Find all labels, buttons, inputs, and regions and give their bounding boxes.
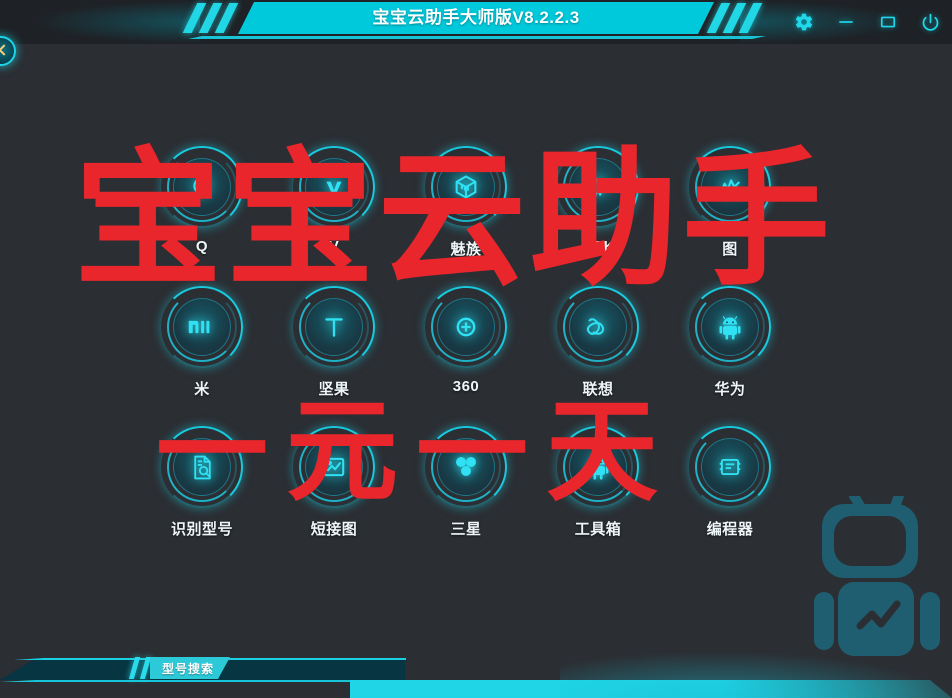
target-plus-icon <box>452 313 480 341</box>
icon-disc <box>557 146 639 228</box>
android-icon <box>586 454 610 480</box>
icon-ring-inner <box>305 298 363 356</box>
programmer-chip-icon <box>717 454 743 480</box>
icon-disc <box>557 286 639 368</box>
mi-icon <box>187 316 217 338</box>
icon-ring-inner <box>305 438 363 496</box>
icon-ring-inner <box>173 298 231 356</box>
icon-disc <box>161 286 243 368</box>
app-icon-meizu-cube[interactable]: 魅族 <box>404 140 528 280</box>
app-icon-mi[interactable]: 米 <box>140 280 264 420</box>
icon-ring-inner <box>437 438 495 496</box>
icon-ring-inner <box>437 298 495 356</box>
app-icon-label: 360 <box>452 378 480 395</box>
app-icon-label: 米 <box>194 381 210 398</box>
smartisan-t-icon <box>321 313 347 341</box>
app-icon-lenovo-knot[interactable]: 联想 <box>536 280 660 420</box>
icon-disc <box>293 286 375 368</box>
image-chart-icon <box>321 454 347 480</box>
icon-disc <box>425 146 507 228</box>
app-icon-label: V <box>328 238 340 255</box>
app-title: 宝宝云助手大师版V8.2.2.3 <box>372 8 580 27</box>
icon-ring-inner <box>701 438 759 496</box>
lenovo-knot-icon <box>584 314 612 340</box>
app-icon-grid: Q V 魅族 MTK 图米 坚果 360 联想 华为识别型号 短接图 三星 工具箱 编程器 <box>140 140 800 550</box>
app-icon-label: Q <box>195 238 209 255</box>
samsung-dots-icon <box>452 454 480 480</box>
icon-ring-inner <box>569 438 627 496</box>
app-icon-label: 坚果 <box>318 381 350 398</box>
app-icon-label: 魅族 <box>450 241 482 258</box>
icon-disc <box>293 426 375 508</box>
titlebar-glow-left <box>30 0 200 44</box>
document-search-icon <box>190 454 215 481</box>
chip-icon <box>585 174 611 200</box>
icon-disc <box>425 426 507 508</box>
icon-disc <box>425 286 507 368</box>
icon-disc <box>161 146 243 228</box>
vivo-icon <box>321 174 347 200</box>
app-icon-android[interactable]: 工具箱 <box>536 420 660 560</box>
bottombar-right-strip <box>350 680 952 698</box>
app-icon-samsung-dots[interactable]: 三星 <box>404 420 528 560</box>
android-icon <box>718 314 742 340</box>
app-icon-document-search[interactable]: 识别型号 <box>140 420 264 560</box>
app-icon-programmer-chip[interactable]: 编程器 <box>668 420 792 560</box>
icon-disc <box>689 286 771 368</box>
app-icon-label: 华为 <box>714 381 746 398</box>
minimize-button[interactable] <box>834 10 858 34</box>
app-icon-image-chart[interactable]: 短接图 <box>272 420 396 560</box>
power-button[interactable] <box>918 10 942 34</box>
settings-button[interactable] <box>792 10 816 34</box>
qq-icon <box>189 174 215 200</box>
app-icon-android[interactable]: 华为 <box>668 280 792 420</box>
app-icon-qq[interactable]: Q <box>140 140 264 280</box>
app-icon-label: 图 <box>722 241 738 258</box>
app-icon-smartisan-t[interactable]: 坚果 <box>272 280 396 420</box>
app-icon-label: 编程器 <box>706 521 754 538</box>
app-icon-circuit-chart[interactable]: 图 <box>668 140 792 280</box>
icon-ring-inner <box>437 158 495 216</box>
icon-ring-inner <box>305 158 363 216</box>
tab-model-search[interactable]: 型号搜索 <box>150 657 230 679</box>
window-controls <box>792 8 942 36</box>
app-icon-label: MTK <box>581 238 615 255</box>
meizu-cube-icon <box>452 173 480 201</box>
app-icon-label: 工具箱 <box>574 521 622 538</box>
app-window: 宝宝云助手大师版V8.2.2.3 Q V 魅族 MTK 图 米 坚果 360 联… <box>0 0 952 698</box>
app-icon-label: 短接图 <box>310 521 358 538</box>
icon-disc <box>689 426 771 508</box>
icon-ring-inner <box>173 158 231 216</box>
icon-ring-inner <box>701 158 759 216</box>
icon-ring-inner <box>173 438 231 496</box>
app-icon-target-plus[interactable]: 360 <box>404 280 528 420</box>
circuit-chart-icon <box>717 174 743 200</box>
icon-disc <box>557 426 639 508</box>
titlebar-underline <box>188 36 766 39</box>
app-icon-label: 联想 <box>582 381 614 398</box>
app-icon-chip[interactable]: MTK <box>536 140 660 280</box>
maximize-button[interactable] <box>876 10 900 34</box>
robot-mascot-icon <box>808 490 952 666</box>
icon-ring-inner <box>569 158 627 216</box>
app-icon-label: 识别型号 <box>170 521 233 538</box>
icon-disc <box>293 146 375 228</box>
app-icon-vivo[interactable]: V <box>272 140 396 280</box>
icon-disc <box>689 146 771 228</box>
title-bar: 宝宝云助手大师版V8.2.2.3 <box>0 0 952 44</box>
titlebar-center: 宝宝云助手大师版V8.2.2.3 <box>182 0 766 38</box>
bottom-bar: 型号搜索 <box>0 652 952 698</box>
icon-ring-inner <box>569 298 627 356</box>
app-icon-label: 三星 <box>450 521 482 538</box>
chevron-left-icon <box>0 44 10 56</box>
icon-ring-inner <box>701 298 759 356</box>
icon-disc <box>161 426 243 508</box>
